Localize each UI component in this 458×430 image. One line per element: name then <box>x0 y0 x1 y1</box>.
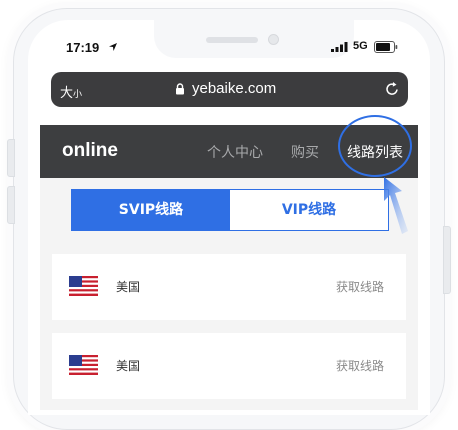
tab-svip-routes[interactable]: SVIP线路 <box>72 190 230 230</box>
url-text[interactable]: yebaike.com <box>192 80 276 97</box>
network-type: 5G <box>353 40 368 52</box>
get-route-link[interactable]: 获取线路 <box>336 357 384 374</box>
signal-icon <box>331 42 348 52</box>
front-camera <box>268 34 279 45</box>
country-name: 美国 <box>116 280 141 294</box>
pointer-arrow-icon <box>384 177 408 234</box>
volume-down-button <box>7 186 15 224</box>
reload-icon[interactable] <box>384 81 400 97</box>
us-flag-icon <box>69 276 98 296</box>
notch <box>154 20 354 58</box>
highlight-circle <box>338 115 412 177</box>
power-button <box>443 226 451 294</box>
text-size-button[interactable]: 大小 <box>60 82 82 101</box>
battery-icon <box>374 41 398 53</box>
list-item[interactable]: 美国 获取线路 <box>52 333 406 399</box>
speaker <box>206 37 258 43</box>
lock-icon <box>176 83 184 95</box>
nav-item-personal-center[interactable]: 个人中心 <box>207 142 263 162</box>
get-route-link[interactable]: 获取线路 <box>336 278 384 295</box>
country-name: 美国 <box>116 359 141 373</box>
tab-vip-routes[interactable]: VIP线路 <box>230 190 388 230</box>
site-logo[interactable]: online <box>62 140 118 162</box>
status-time: 17:19 <box>66 40 100 55</box>
route-type-tabs: SVIP线路 VIP线路 <box>71 189 389 231</box>
volume-up-button <box>7 139 15 177</box>
list-item[interactable]: 美国 获取线路 <box>52 254 406 320</box>
us-flag-icon <box>69 355 98 375</box>
nav-item-buy[interactable]: 购买 <box>291 142 319 162</box>
browser-url-bar[interactable]: 大小 yebaike.com <box>51 72 408 107</box>
location-arrow-icon <box>109 43 117 51</box>
